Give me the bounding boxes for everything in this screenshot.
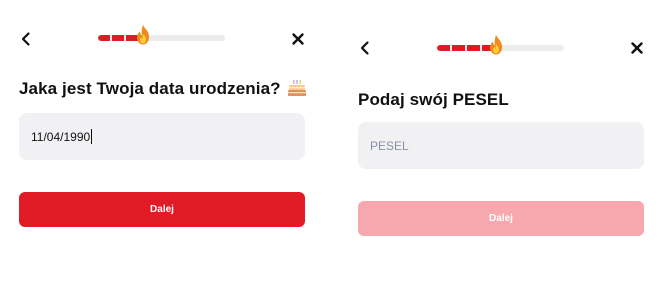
birthdate-input[interactable]: 11/04/1990 [19,113,305,160]
birthdate-value: 11/04/1990 [31,129,91,144]
pesel-input[interactable]: PESEL [358,122,644,169]
pesel-screen: Podaj swój PESEL PESEL Dalej [340,0,663,290]
next-button-label: Dalej [150,204,174,215]
back-button[interactable] [355,38,375,58]
chevron-left-icon [21,32,30,46]
progress-fill [98,35,138,41]
progress-bar [98,25,225,45]
close-button[interactable] [288,29,308,49]
close-button[interactable] [627,38,647,58]
flame-icon [490,35,502,55]
pesel-placeholder: PESEL [370,138,409,153]
birthdate-screen: Jaka jest Twoja data urodzenia? 11/04/19… [0,0,320,290]
birthday-cake-icon [287,80,306,96]
page-title: Podaj swój PESEL [358,90,509,109]
flame-icon [137,25,149,45]
page-title: Jaka jest Twoja data urodzenia? [19,79,307,99]
chevron-left-icon [360,41,369,55]
next-button[interactable]: Dalej [19,192,305,227]
text-caret [91,129,93,144]
close-icon [631,42,643,54]
next-button[interactable]: Dalej [358,201,644,236]
back-button[interactable] [16,29,36,49]
progress-bar [437,35,564,55]
next-button-label: Dalej [489,213,513,224]
close-icon [292,33,304,45]
